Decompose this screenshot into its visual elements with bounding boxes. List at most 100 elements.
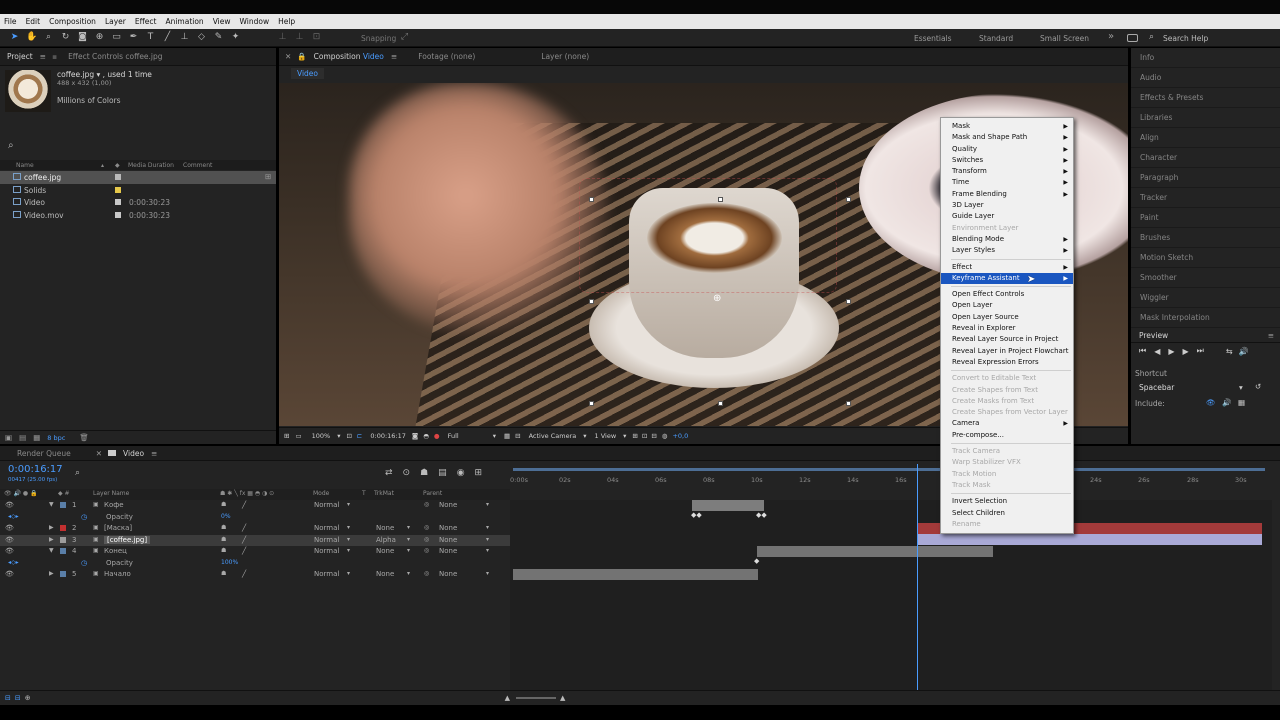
chevron-down-icon[interactable]: ▾ — [1239, 383, 1243, 392]
chevron-down-icon[interactable]: ▾ — [583, 432, 586, 440]
axis-view-icon[interactable]: ⊡ — [311, 32, 322, 43]
workspace-essentials[interactable]: Essentials — [914, 34, 952, 43]
layer-bar-coffee[interactable] — [917, 534, 1262, 545]
menu-item-select-children[interactable]: Select Children — [941, 508, 1073, 519]
hand-tool-icon[interactable]: ✋ — [26, 32, 37, 43]
trkmat-select[interactable]: Alpha — [376, 536, 396, 544]
time-ruler[interactable]: 0:00s 02s 04s 06s 08s 10s 12s 14s 16s 24s 26s 28s 30… — [510, 464, 1272, 500]
twirl-icon[interactable]: ▶ — [49, 536, 54, 543]
chevron-down-icon[interactable]: ▾ — [347, 524, 350, 531]
layer-name[interactable]: Кофе — [104, 501, 124, 509]
table-row[interactable]: 👁 ▶ 5 ▣ Начало ☗ ╱ Normal ▾ None ▾ ◎ None ▾ — [0, 569, 510, 581]
panel-align[interactable]: Align — [1131, 128, 1280, 148]
comp-breadcrumb[interactable]: Video — [291, 68, 325, 79]
tab-layer[interactable]: Layer (none) — [534, 52, 596, 61]
chevron-down-icon[interactable]: ▾ — [486, 501, 489, 508]
keyframe-icon[interactable]: ◆ — [754, 557, 759, 565]
label-color-swatch[interactable] — [115, 174, 121, 180]
col-layer-name[interactable]: Layer Name — [93, 490, 129, 497]
panel-mask-interpolation[interactable]: Mask Interpolation — [1131, 308, 1280, 328]
rotate-tool-icon[interactable]: ↻ — [60, 32, 71, 43]
reset-icon[interactable]: ↺ — [1255, 382, 1261, 391]
type-tool-icon[interactable]: T — [145, 32, 156, 43]
menu-item-layer-styles[interactable]: Layer Styles ▶ — [941, 245, 1073, 256]
snapping-icon[interactable]: ⤢ — [399, 32, 410, 43]
transform-handle[interactable] — [846, 299, 851, 304]
shy-switch-icon[interactable]: ☗ — [221, 547, 226, 554]
tab-timeline-comp[interactable]: Video — [116, 449, 151, 458]
tab-composition[interactable]: Composition Video — [307, 52, 391, 61]
reset-exposure-icon[interactable]: ◍ — [662, 432, 668, 440]
viewer-timecode[interactable]: 0:00:16:17 — [370, 432, 406, 440]
shy-switch-icon[interactable]: ☗ — [221, 570, 226, 577]
menu-item-transform[interactable]: Transform ▶ — [941, 166, 1073, 177]
panel-menu-icon[interactable]: ≡ — [391, 52, 397, 61]
menu-item-effect[interactable]: Effect ▶ — [941, 262, 1073, 273]
include-audio-icon[interactable]: 🔊 — [1222, 398, 1231, 407]
mode-select[interactable]: Normal — [314, 547, 339, 555]
panel-menu-icon[interactable]: ≡ — [1268, 331, 1274, 340]
menu-item-pre-compose[interactable]: Pre-compose... — [941, 430, 1073, 441]
col-media-duration[interactable]: Media Duration — [128, 162, 174, 169]
comp-mini-flowchart-icon[interactable]: ⇄ — [385, 468, 393, 478]
panel-menu-icon[interactable]: ≡ — [151, 449, 157, 458]
timeline-timecode[interactable]: 0:00:16:17 — [8, 464, 63, 475]
lock-icon[interactable]: ▪ — [52, 52, 57, 61]
label-color-swatch[interactable] — [115, 186, 121, 193]
quality-switch-icon[interactable]: ╱ — [242, 547, 246, 555]
panel-character[interactable]: Character — [1131, 148, 1280, 168]
work-area-bar[interactable] — [513, 468, 1265, 471]
loop-icon[interactable]: ⇆ — [1226, 347, 1233, 356]
panel-libraries[interactable]: Libraries — [1131, 108, 1280, 128]
shy-switch-icon[interactable]: ☗ — [221, 501, 226, 508]
next-frame-icon[interactable]: ▶ — [1183, 347, 1189, 356]
chevron-down-icon[interactable]: ▾ — [486, 536, 489, 543]
views-select[interactable]: 1 View — [595, 432, 617, 440]
list-item[interactable]: coffee.jpg — [0, 171, 276, 184]
timeline-icon[interactable]: ⊟ — [651, 432, 656, 440]
rectangle-tool-icon[interactable]: ▭ — [111, 32, 122, 43]
expand-layer-switches-icon[interactable]: ⊟ — [5, 694, 11, 702]
table-row[interactable]: 👁 ▶ 3 ▣ [coffee.jpg] ☗ ╱ Normal ▾ Alpha ▾ ◎ None ▾ — [0, 534, 510, 546]
chevron-down-icon[interactable]: ▾ — [347, 536, 350, 543]
tab-render-queue[interactable]: Render Queue — [10, 449, 78, 458]
chevron-down-icon[interactable]: ▾ — [347, 570, 350, 577]
shortcut-select[interactable]: Spacebar — [1139, 383, 1174, 392]
always-preview-icon[interactable]: ⊞ — [284, 432, 289, 440]
panel-menu-icon[interactable]: ≡ — [40, 52, 46, 61]
workspace-sync-icon[interactable] — [1127, 34, 1138, 42]
transparency-grid-icon[interactable]: ▦ — [504, 432, 510, 440]
table-row[interactable]: 👁 ▼ 4 ▣ Конец ☗ ╱ Normal ▾ None ▾ ◎ None ▾ — [0, 546, 510, 558]
menu-item-reveal-layer-in-project-flowchart[interactable]: Reveal Layer in Project Flowchart — [941, 346, 1073, 357]
menu-item-mask[interactable]: Mask ▶ — [941, 121, 1073, 132]
chevron-down-icon[interactable]: ▾ — [486, 524, 489, 531]
flowchart-icon[interactable]: ⊡ — [642, 432, 647, 440]
timeline-search-icon[interactable]: ⌕ — [75, 468, 80, 478]
quality-switch-icon[interactable]: ╱ — [242, 524, 246, 532]
stopwatch-icon[interactable]: ◷ — [81, 559, 87, 567]
pan-behind-tool-icon[interactable]: ⊕ — [94, 32, 105, 43]
col-parent[interactable]: Parent — [423, 490, 442, 497]
table-row[interactable]: 👁 ▶ 2 ▣ [Маска] ☗ ╱ Normal ▾ None ▾ ◎ None ▾ — [0, 523, 510, 535]
layer-bar-konets[interactable] — [757, 546, 993, 557]
trkmat-select[interactable]: None — [376, 524, 394, 532]
transform-handle[interactable] — [718, 401, 723, 406]
menu-view[interactable]: View — [213, 17, 231, 26]
panel-effects-presets[interactable]: Effects & Presets — [1131, 88, 1280, 108]
label-color-swatch[interactable] — [115, 199, 121, 206]
interpret-footage-icon[interactable]: ▣ — [5, 433, 12, 442]
axis-world-icon[interactable]: ⊥ — [294, 32, 305, 43]
layer-name[interactable]: Конец — [104, 547, 127, 555]
panel-audio[interactable]: Audio — [1131, 68, 1280, 88]
quality-switch-icon[interactable]: ╱ — [242, 570, 246, 578]
menu-item-open-layer-source[interactable]: Open Layer Source — [941, 312, 1073, 323]
mode-select[interactable]: Normal — [314, 570, 339, 578]
transform-handle[interactable] — [589, 401, 594, 406]
menu-item-reveal-in-explorer[interactable]: Reveal in Explorer — [941, 323, 1073, 334]
bpc-label[interactable]: 8 bpc — [47, 434, 65, 442]
pen-tool-icon[interactable]: ✒ — [128, 32, 139, 43]
workspace-more-icon[interactable]: » — [1108, 31, 1114, 42]
menu-item-switches[interactable]: Switches ▶ — [941, 155, 1073, 166]
list-item[interactable]: Video.mov 0:00:30:23 — [0, 209, 276, 222]
twirl-icon[interactable]: ▼ — [49, 547, 54, 554]
